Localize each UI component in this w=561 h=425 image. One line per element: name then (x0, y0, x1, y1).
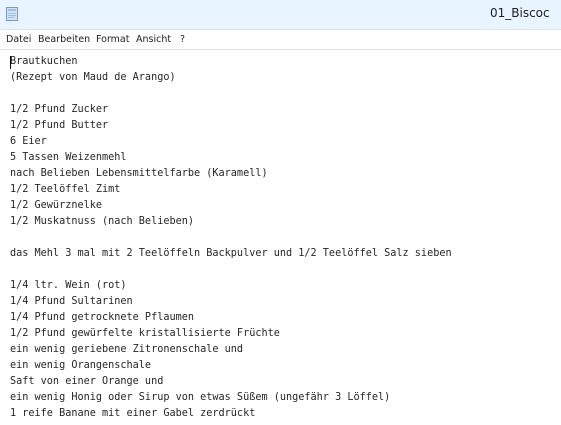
document-line: 1/4 ltr. Wein (rot) (10, 280, 127, 291)
document-line: 1/2 Muskatnuss (nach Belieben) (10, 216, 195, 227)
menu-ansicht[interactable]: Ansicht (136, 34, 171, 45)
document-line: Saft von einer Orange und (10, 376, 164, 387)
title-bar[interactable]: 01_Biscoc (0, 0, 561, 30)
document-text: Brautkuchen (Rezept von Maud de Arango) 1/… (10, 54, 452, 422)
document-line (10, 230, 452, 246)
menu-help[interactable]: ? (180, 34, 185, 45)
document-line: Brautkuchen (10, 56, 78, 67)
document-line: 1/2 Pfund Zucker (10, 104, 109, 115)
document-line (10, 262, 452, 278)
document-line: nach Belieben Lebensmittelfarbe (Karamel… (10, 168, 268, 179)
document-line: 1/2 Teelöffel Zimt (10, 184, 121, 195)
window-title: 01_Biscoc (490, 6, 550, 20)
menu-format[interactable]: Format (96, 34, 129, 45)
notepad-window: 01_Biscoc Datei Bearbeiten Format Ansich… (0, 0, 561, 425)
document-line (10, 86, 452, 102)
document-line: 1/2 Pfund Butter (10, 120, 109, 131)
document-line: ein wenig Honig oder Sirup von etwas Süß… (10, 392, 391, 403)
document-line: 1/4 Pfund Sultarinen (10, 296, 133, 307)
document-line: 1/2 Pfund gewürfelte kristallisierte Frü… (10, 328, 280, 339)
document-line: ein wenig Orangenschale (10, 360, 152, 371)
menu-bearbeiten[interactable]: Bearbeiten (38, 34, 90, 45)
text-editor[interactable]: Brautkuchen (Rezept von Maud de Arango) 1/… (0, 51, 561, 425)
menu-datei[interactable]: Datei (6, 34, 31, 45)
notepad-app-icon[interactable] (6, 7, 18, 21)
document-line: 1 reife Banane mit einer Gabel zerdrückt (10, 408, 256, 419)
document-line: (Rezept von Maud de Arango) (10, 72, 176, 83)
document-line: das Mehl 3 mal mit 2 Teelöffeln Backpulv… (10, 248, 452, 259)
document-line: 6 Eier (10, 136, 47, 147)
document-line: ein wenig geriebene Zitronenschale und (10, 344, 244, 355)
document-line: 1/2 Gewürznelke (10, 200, 103, 211)
menu-bar: Datei Bearbeiten Format Ansicht ? (0, 30, 561, 50)
document-line: 1/4 Pfund getrocknete Pflaumen (10, 312, 195, 323)
document-line: 5 Tassen Weizenmehl (10, 152, 127, 163)
